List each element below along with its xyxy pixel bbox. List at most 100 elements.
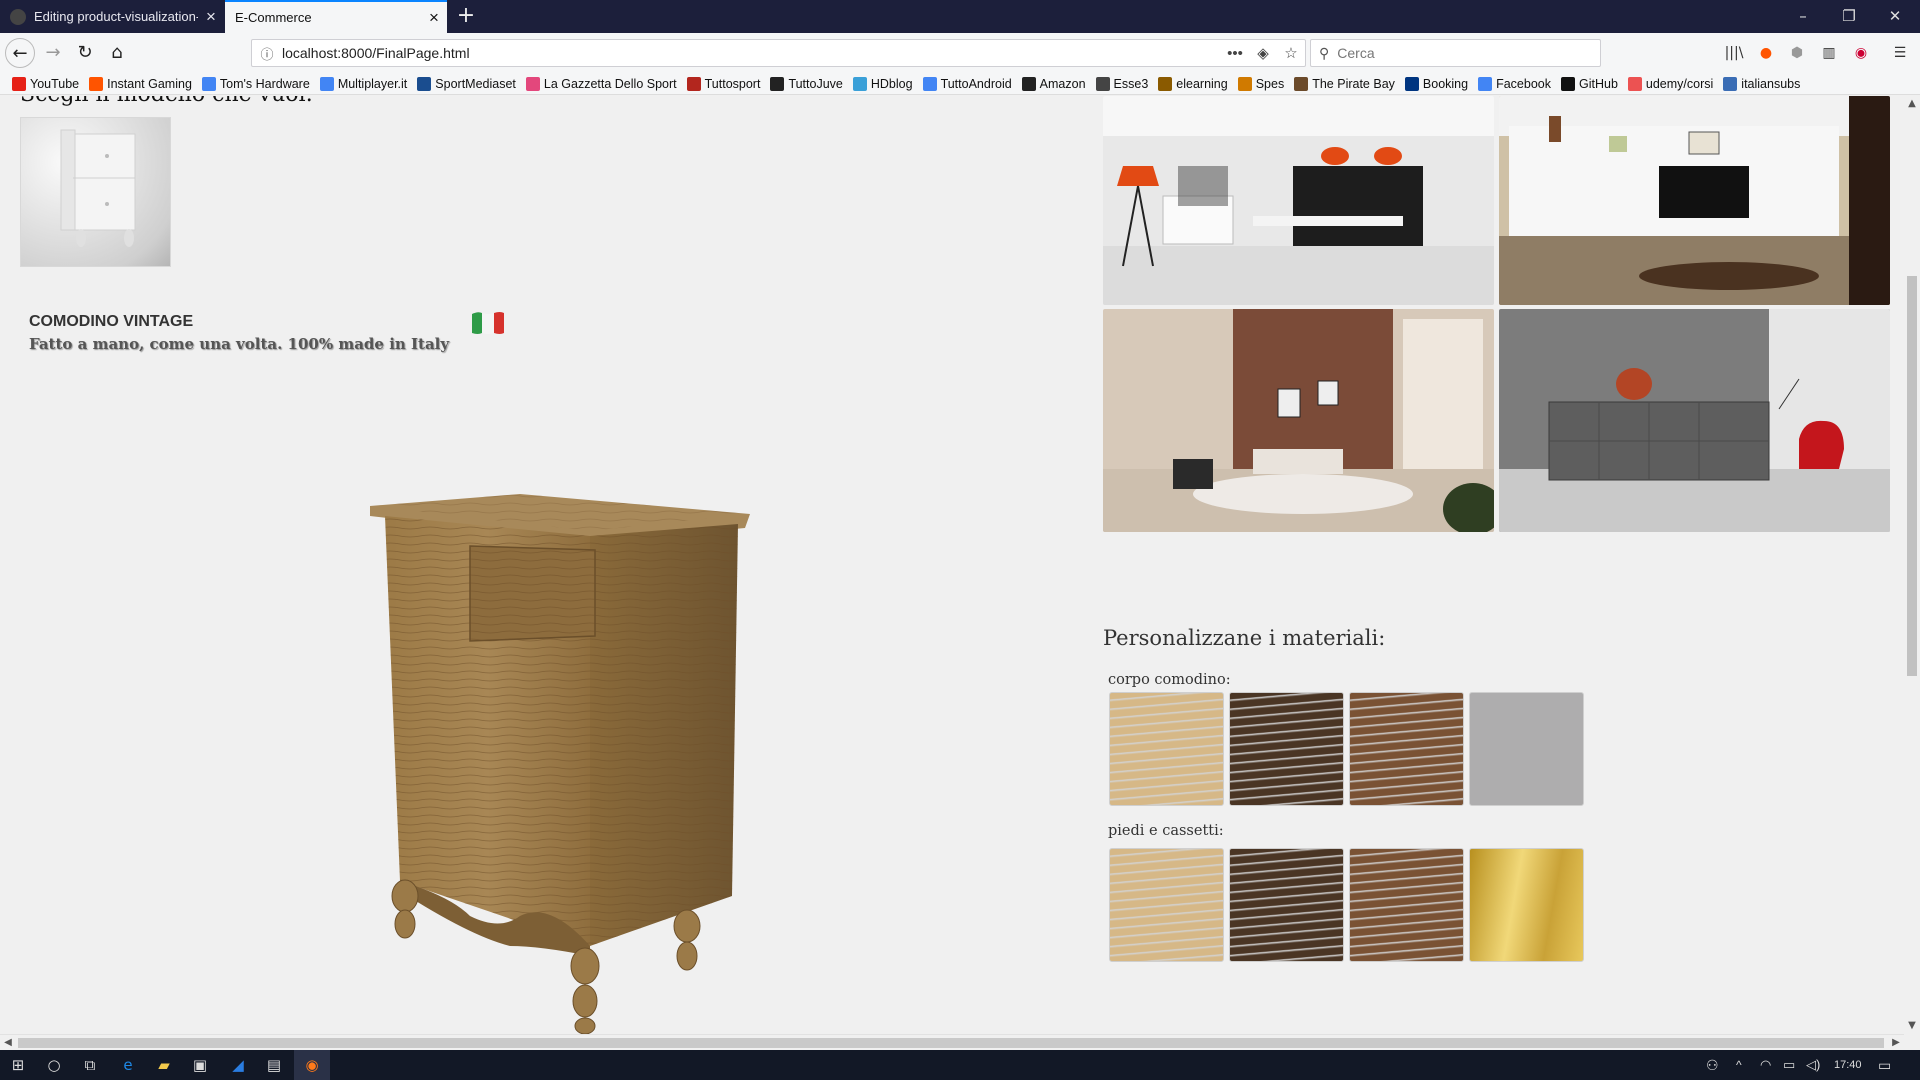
instant-gaming-icon [89, 76, 104, 91]
bookmark-item[interactable]: YouTube [12, 76, 79, 91]
page-content: Scegli il modello che vuoi: COMODINO VIN… [0, 96, 1904, 1034]
bookmark-item[interactable]: TuttoJuve [770, 76, 843, 91]
extension-icon[interactable]: ◉ [1851, 43, 1871, 63]
tab-ecommerce[interactable]: E-Commerce × [225, 0, 447, 33]
menu-icon[interactable]: ☰ [1890, 43, 1910, 63]
bookmark-label: La Gazzetta Dello Sport [543, 76, 677, 91]
home-button[interactable]: ⌂ [102, 38, 132, 68]
show-hidden-icons-icon[interactable]: ^ [1736, 1050, 1742, 1080]
bookmark-item[interactable]: The Pirate Bay [1294, 76, 1395, 91]
bookmark-item[interactable]: Instant Gaming [89, 76, 192, 91]
bookmark-item[interactable]: Amazon [1021, 76, 1086, 91]
bookmark-item[interactable]: udemy/corsi [1627, 76, 1714, 91]
gallery-image-kitchen[interactable] [1103, 96, 1494, 305]
url-text[interactable]: localhost:8000/FinalPage.html [282, 45, 1221, 61]
tab-title: Editing product-visualization-p [34, 9, 198, 24]
windows-start-icon[interactable]: ⊞ [0, 1050, 36, 1080]
volume-icon[interactable]: ◁) [1806, 1050, 1820, 1080]
bookmark-label: Amazon [1039, 76, 1086, 91]
restore-icon[interactable]: ❐ [1826, 0, 1872, 33]
material-swatch-grey[interactable] [1469, 692, 1584, 806]
notifications-icon[interactable]: ▭ [1878, 1050, 1891, 1080]
close-tab-icon[interactable]: × [198, 7, 224, 27]
material-swatch-medium-walnut[interactable] [1349, 692, 1464, 806]
elearning-icon [1158, 76, 1173, 91]
model-thumbnail[interactable] [20, 117, 171, 267]
firefox-icon[interactable]: ◉ [294, 1050, 330, 1080]
horizontal-scroll-thumb[interactable] [18, 1038, 1884, 1048]
new-tab-button[interactable]: + [451, 2, 481, 32]
bookmark-item[interactable]: HDblog [852, 76, 913, 91]
scroll-up-icon[interactable]: ▲ [1904, 96, 1920, 112]
task-view-icon[interactable]: ⧉ [72, 1050, 108, 1080]
close-window-icon[interactable]: ✕ [1872, 0, 1918, 33]
bookmark-item[interactable]: Tom's Hardware [201, 76, 310, 91]
title-bar: Editing product-visualization-p × E-Comm… [0, 0, 1920, 33]
file-explorer-icon[interactable]: ▰ [146, 1050, 182, 1080]
pocket-icon[interactable]: ◈ [1249, 44, 1277, 62]
gallery-image-loft[interactable] [1103, 309, 1494, 532]
edge-icon[interactable]: e [110, 1050, 146, 1080]
material-swatch-dark-walnut[interactable] [1229, 692, 1344, 806]
scroll-down-icon[interactable]: ▼ [1904, 1018, 1920, 1034]
bookmark-item[interactable]: GitHub [1561, 76, 1618, 91]
bookmark-item[interactable]: Multiplayer.it [319, 76, 408, 91]
pirate-bay-icon [1294, 76, 1309, 91]
bookmark-item[interactable]: Esse3 [1095, 76, 1148, 91]
instant-gaming-ext-icon[interactable]: ● [1756, 43, 1776, 63]
gallery-image-sideboard[interactable] [1499, 309, 1890, 532]
adblock-icon[interactable]: ⬢ [1787, 43, 1807, 63]
store-icon[interactable]: ▣ [182, 1050, 218, 1080]
forward-button[interactable]: → [38, 38, 68, 68]
info-icon[interactable]: ⓘ [252, 44, 282, 63]
bookmark-label: HDblog [870, 76, 913, 91]
scroll-right-icon[interactable]: ▶ [1888, 1035, 1904, 1051]
sidebar-icon[interactable]: ▥ [1819, 43, 1839, 63]
horizontal-scrollbar[interactable]: ◀ ▶ [0, 1034, 1904, 1050]
bookmark-label: udemy/corsi [1645, 76, 1714, 91]
gallery-image-living[interactable] [1499, 96, 1890, 305]
bookmark-item[interactable]: SportMediaset [417, 76, 516, 91]
bookmark-item[interactable]: elearning [1158, 76, 1228, 91]
bookmark-item[interactable]: italiansubs [1723, 76, 1800, 91]
minimize-icon[interactable]: – [1780, 0, 1826, 33]
search-bar[interactable]: ⚲ Cerca [1310, 39, 1601, 67]
cortana-icon[interactable]: ○ [36, 1050, 72, 1080]
bookmark-label: Multiplayer.it [337, 76, 408, 91]
booking-icon [1404, 76, 1419, 91]
spes-icon [1237, 76, 1252, 91]
bookmark-item[interactable]: La Gazzetta Dello Sport [525, 76, 677, 91]
library-icon[interactable]: |||\ [1724, 43, 1744, 63]
bookmark-item[interactable]: Facebook [1478, 76, 1551, 91]
reload-button[interactable]: ↻ [70, 38, 100, 68]
network-icon[interactable]: ◠ [1760, 1050, 1771, 1080]
battery-icon[interactable]: ▭ [1783, 1050, 1795, 1080]
clock[interactable]: 17:40 [1834, 1050, 1862, 1080]
people-icon[interactable]: ⚇ [1706, 1050, 1719, 1080]
gazzetta-icon [525, 76, 540, 91]
material-swatch-medium-walnut[interactable] [1349, 848, 1464, 962]
close-tab-icon[interactable]: × [421, 8, 447, 28]
scroll-left-icon[interactable]: ◀ [0, 1035, 16, 1051]
material-swatch-gold[interactable] [1469, 848, 1584, 962]
bookmark-label: elearning [1176, 76, 1228, 91]
vscode-icon[interactable]: ◢ [220, 1050, 256, 1080]
bookmark-item[interactable]: TuttoAndroid [922, 76, 1012, 91]
back-button[interactable]: ← [5, 38, 35, 68]
bookmark-item[interactable]: Tuttosport [686, 76, 761, 91]
vertical-scroll-thumb[interactable] [1907, 276, 1917, 676]
bookmark-item[interactable]: Spes [1237, 76, 1284, 91]
bookmark-star-icon[interactable]: ☆ [1277, 44, 1305, 62]
bookmark-label: Tuttosport [704, 76, 761, 91]
udemy-icon [1627, 76, 1642, 91]
material-swatch-light-oak[interactable] [1109, 692, 1224, 806]
terminal-icon[interactable]: ▤ [256, 1050, 292, 1080]
tab-editing[interactable]: Editing product-visualization-p × [0, 0, 224, 33]
url-bar[interactable]: ⓘ localhost:8000/FinalPage.html ••• ◈ ☆ [251, 39, 1306, 67]
product-3d-viewer[interactable] [340, 476, 780, 1034]
bookmark-item[interactable]: Booking [1404, 76, 1468, 91]
page-actions-icon[interactable]: ••• [1221, 45, 1249, 62]
vertical-scrollbar[interactable]: ▲ ▼ [1904, 96, 1920, 1034]
material-swatch-dark-walnut[interactable] [1229, 848, 1344, 962]
material-swatch-light-oak[interactable] [1109, 848, 1224, 962]
